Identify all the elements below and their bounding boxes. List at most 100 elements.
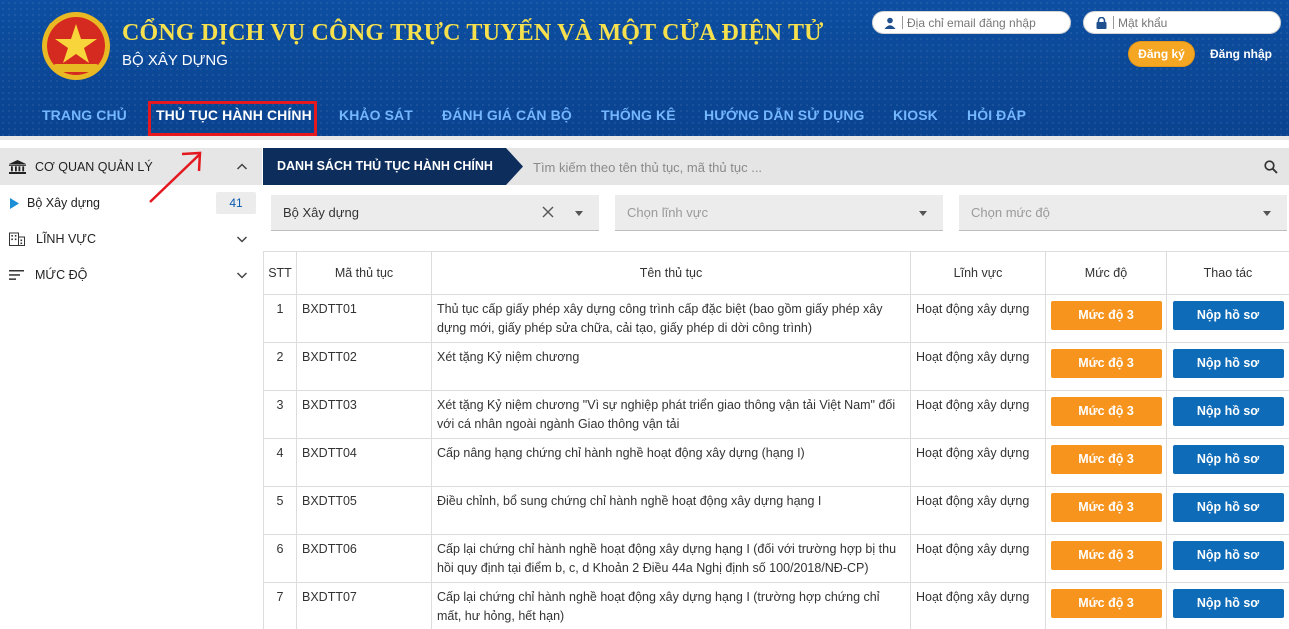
level-select[interactable]: Chọn mức độ: [959, 195, 1287, 231]
nav-item-statistics[interactable]: THỐNG KÊ: [601, 107, 676, 123]
row-action-cell: Nộp hồ sơ: [1166, 438, 1289, 487]
row-stt: 3: [263, 390, 297, 439]
row-level-cell: Mức độ 3: [1045, 582, 1167, 629]
list-title-tab: [263, 148, 523, 185]
sidebar-level-label: MỨC ĐỘ: [35, 268, 88, 282]
submit-application-button[interactable]: Nộp hồ sơ: [1172, 493, 1284, 522]
row-level-cell: Mức độ 3: [1045, 294, 1167, 343]
row-code: BXDTT07: [296, 582, 432, 629]
row-procedure-name[interactable]: Xét tặng Kỷ niệm chương "Vì sự nghiệp ph…: [431, 390, 911, 439]
column-header-code: Mã thủ tục: [296, 251, 432, 295]
level-button[interactable]: Mức độ 3: [1050, 445, 1162, 474]
row-procedure-name[interactable]: Xét tặng Kỷ niệm chương: [431, 342, 911, 391]
level-button[interactable]: Mức độ 3: [1050, 541, 1162, 570]
sidebar-item-bo-xay-dung[interactable]: Bộ Xây dựng 41: [0, 191, 262, 215]
procedure-table: STT Mã thủ tục Tên thủ tục Lĩnh vực Mức …: [263, 251, 1289, 629]
submit-application-button[interactable]: Nộp hồ sơ: [1172, 541, 1284, 570]
field-select-placeholder: Chọn lĩnh vực: [627, 205, 708, 220]
table-header-row: STT Mã thủ tục Tên thủ tục Lĩnh vực Mức …: [263, 251, 1289, 295]
submit-application-button[interactable]: Nộp hồ sơ: [1172, 589, 1284, 618]
submit-application-button[interactable]: Nộp hồ sơ: [1172, 397, 1284, 426]
row-stt: 5: [263, 486, 297, 535]
sidebar-agency-header[interactable]: CƠ QUAN QUẢN LÝ: [0, 148, 262, 185]
table-row: 1 BXDTT01 Thủ tục cấp giấy phép xây dựng…: [263, 294, 1289, 343]
row-stt: 4: [263, 438, 297, 487]
sidebar-level-header[interactable]: MỨC ĐỘ: [0, 260, 262, 290]
dropdown-caret-icon: [575, 211, 583, 216]
row-procedure-name[interactable]: Cấp lại chứng chỉ hành nghề hoạt động xâ…: [431, 582, 911, 629]
password-input[interactable]: [1118, 15, 1268, 30]
row-level-cell: Mức độ 3: [1045, 534, 1167, 583]
row-code: BXDTT02: [296, 342, 432, 391]
table-row: 5 BXDTT05 Điều chỉnh, bổ sung chứng chỉ …: [263, 486, 1289, 535]
level-button[interactable]: Mức độ 3: [1050, 493, 1162, 522]
chevron-up-icon[interactable]: [236, 161, 248, 173]
table-row: 7 BXDTT07 Cấp lại chứng chỉ hành nghề ho…: [263, 582, 1289, 629]
row-action-cell: Nộp hồ sơ: [1166, 486, 1289, 535]
level-button[interactable]: Mức độ 3: [1050, 349, 1162, 378]
sidebar-item-label: Bộ Xây dựng: [27, 196, 100, 210]
site-title: CỔNG DỊCH VỤ CÔNG TRỰC TUYẾN VÀ MỘT CỬA …: [122, 20, 824, 46]
level-button[interactable]: Mức độ 3: [1050, 301, 1162, 330]
password-field[interactable]: [1083, 11, 1281, 34]
row-field: Hoạt động xây dựng: [910, 294, 1046, 343]
filter-bar: Bộ Xây dựng Chọn lĩnh vực Chọn mức độ: [263, 185, 1289, 251]
nav-item-staff-evaluation[interactable]: ĐÁNH GIÁ CÁN BỘ: [442, 107, 572, 123]
lock-icon: [1094, 16, 1108, 30]
nav-item-kiosk[interactable]: KIOSK: [893, 107, 938, 123]
submit-application-button[interactable]: Nộp hồ sơ: [1172, 301, 1284, 330]
row-procedure-name[interactable]: Cấp lại chứng chỉ hành nghề hoạt động xâ…: [431, 534, 911, 583]
clear-icon[interactable]: [542, 206, 554, 218]
header-divider: [0, 136, 1289, 140]
row-procedure-name[interactable]: Điều chỉnh, bổ sung chứng chỉ hành nghề …: [431, 486, 911, 535]
nav-item-home[interactable]: TRANG CHỦ: [42, 107, 127, 123]
nav-item-survey[interactable]: KHẢO SÁT: [339, 107, 413, 123]
sidebar-field-header[interactable]: LĨNH VỰC: [0, 224, 262, 254]
chevron-down-icon[interactable]: [236, 233, 248, 245]
row-code: BXDTT04: [296, 438, 432, 487]
agency-select[interactable]: Bộ Xây dựng: [271, 195, 599, 231]
row-code: BXDTT01: [296, 294, 432, 343]
chevron-down-icon[interactable]: [236, 269, 248, 281]
field-separator: [1113, 16, 1114, 29]
email-input[interactable]: [907, 15, 1057, 30]
level-button[interactable]: Mức độ 3: [1050, 589, 1162, 618]
main-content: DANH SÁCH THỦ TỤC HÀNH CHÍNH Bộ Xây dựng…: [263, 148, 1289, 629]
row-stt: 7: [263, 582, 297, 629]
row-level-cell: Mức độ 3: [1045, 390, 1167, 439]
row-action-cell: Nộp hồ sơ: [1166, 294, 1289, 343]
row-procedure-name[interactable]: Thủ tục cấp giấy phép xây dựng công trìn…: [431, 294, 911, 343]
agency-select-value: Bộ Xây dựng: [283, 205, 359, 220]
row-procedure-name[interactable]: Cấp nâng hạng chứng chỉ hành nghề hoạt đ…: [431, 438, 911, 487]
row-stt: 2: [263, 342, 297, 391]
row-level-cell: Mức độ 3: [1045, 438, 1167, 487]
row-code: BXDTT05: [296, 486, 432, 535]
level-button[interactable]: Mức độ 3: [1050, 397, 1162, 426]
nav-item-faq[interactable]: HỎI ĐÁP: [967, 107, 1026, 123]
sidebar: CƠ QUAN QUẢN LÝ Bộ Xây dựng 41 LĨNH VỰC …: [0, 148, 262, 629]
active-nav-highlight-box: [148, 101, 317, 136]
sidebar-field-label: LĨNH VỰC: [36, 232, 96, 246]
site-subtitle: BỘ XÂY DỰNG: [122, 52, 228, 69]
search-icon[interactable]: [1264, 160, 1278, 174]
search-input[interactable]: [533, 156, 1233, 178]
row-action-cell: Nộp hồ sơ: [1166, 582, 1289, 629]
submit-application-button[interactable]: Nộp hồ sơ: [1172, 349, 1284, 378]
register-button[interactable]: Đăng ký: [1128, 41, 1195, 67]
play-arrow-icon: [10, 197, 19, 209]
nav-item-user-guide[interactable]: HƯỚNG DẪN SỬ DỤNG: [704, 107, 865, 123]
row-field: Hoạt động xây dựng: [910, 534, 1046, 583]
sidebar-agency-label: CƠ QUAN QUẢN LÝ: [35, 159, 153, 174]
field-select[interactable]: Chọn lĩnh vực: [615, 195, 943, 231]
email-field[interactable]: [872, 11, 1071, 34]
login-button[interactable]: Đăng nhập: [1203, 41, 1279, 67]
row-field: Hoạt động xây dựng: [910, 486, 1046, 535]
row-action-cell: Nộp hồ sơ: [1166, 534, 1289, 583]
row-field: Hoạt động xây dựng: [910, 390, 1046, 439]
row-field: Hoạt động xây dựng: [910, 582, 1046, 629]
row-field: Hoạt động xây dựng: [910, 438, 1046, 487]
row-code: BXDTT06: [296, 534, 432, 583]
list-lines-icon: [9, 270, 24, 280]
row-stt: 6: [263, 534, 297, 583]
submit-application-button[interactable]: Nộp hồ sơ: [1172, 445, 1284, 474]
